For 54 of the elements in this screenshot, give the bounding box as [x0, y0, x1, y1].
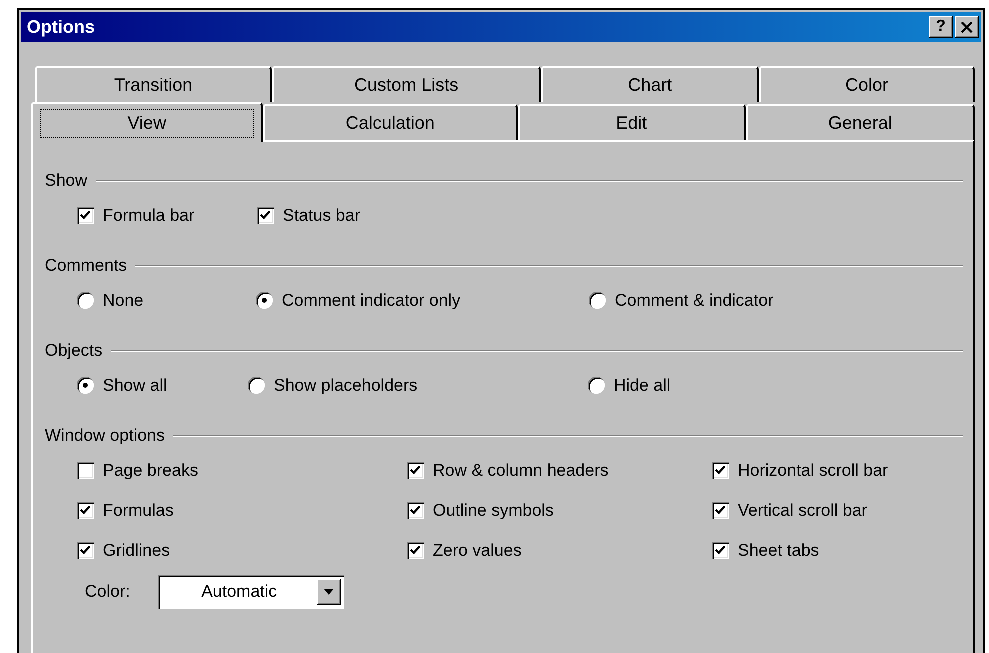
- radio-button[interactable]: [248, 377, 265, 394]
- radio-button[interactable]: [589, 292, 606, 309]
- option-label: Gridlines: [103, 540, 170, 560]
- option-label: Hide all: [614, 376, 671, 396]
- group-heading: Objects: [45, 341, 103, 361]
- tab[interactable]: Color: [759, 66, 975, 102]
- group-heading: Window options: [45, 426, 166, 446]
- tab[interactable]: Transition: [35, 66, 272, 102]
- color-dropdown[interactable]: Automatic: [158, 575, 344, 609]
- help-button[interactable]: ?: [929, 16, 953, 38]
- color-label: Color:: [85, 582, 130, 602]
- checkbox[interactable]: [407, 542, 424, 559]
- option-label: Show all: [103, 376, 168, 396]
- checkbox[interactable]: [407, 462, 424, 479]
- option-label: Page breaks: [103, 460, 198, 480]
- option-label: Formula bar: [103, 206, 195, 226]
- checkbox[interactable]: [77, 542, 94, 559]
- group-heading: Comments: [45, 256, 128, 276]
- tab[interactable]: Edit: [518, 104, 746, 140]
- option-label: Horizontal scroll bar: [738, 460, 888, 480]
- radio-button[interactable]: [588, 377, 605, 394]
- option-label: Row & column headers: [433, 460, 609, 480]
- tab[interactable]: General: [746, 104, 975, 140]
- radio-button[interactable]: [77, 377, 94, 394]
- checkbox[interactable]: [77, 207, 94, 224]
- caret-icon: [324, 589, 334, 595]
- tab[interactable]: View: [31, 102, 264, 142]
- option-label: Outline symbols: [433, 500, 554, 520]
- option-label: Formulas: [103, 500, 174, 520]
- checkbox[interactable]: [77, 462, 94, 479]
- window-title: Options: [27, 16, 95, 38]
- checkbox[interactable]: [712, 542, 729, 559]
- checkbox[interactable]: [712, 502, 729, 519]
- close-icon: [961, 22, 973, 32]
- option-label: Comment & indicator: [615, 290, 774, 310]
- tab[interactable]: Custom Lists: [272, 66, 542, 102]
- option-label: Show placeholders: [274, 376, 418, 396]
- option-label: Comment indicator only: [282, 290, 461, 310]
- option-label: Vertical scroll bar: [738, 500, 868, 520]
- checkbox[interactable]: [712, 462, 729, 479]
- option-label: Status bar: [283, 206, 360, 226]
- option-label: Zero values: [433, 540, 522, 560]
- checkbox[interactable]: [257, 207, 274, 224]
- checkbox[interactable]: [77, 502, 94, 519]
- tab[interactable]: Chart: [541, 66, 760, 102]
- checkbox[interactable]: [407, 502, 424, 519]
- dropdown-button[interactable]: [317, 579, 342, 605]
- radio-button[interactable]: [256, 292, 273, 309]
- tab[interactable]: Calculation: [263, 104, 518, 140]
- radio-button[interactable]: [77, 292, 94, 309]
- option-label: None: [103, 290, 144, 310]
- close-button[interactable]: [955, 16, 979, 38]
- option-label: Sheet tabs: [738, 540, 820, 560]
- group-heading: Show: [45, 171, 88, 191]
